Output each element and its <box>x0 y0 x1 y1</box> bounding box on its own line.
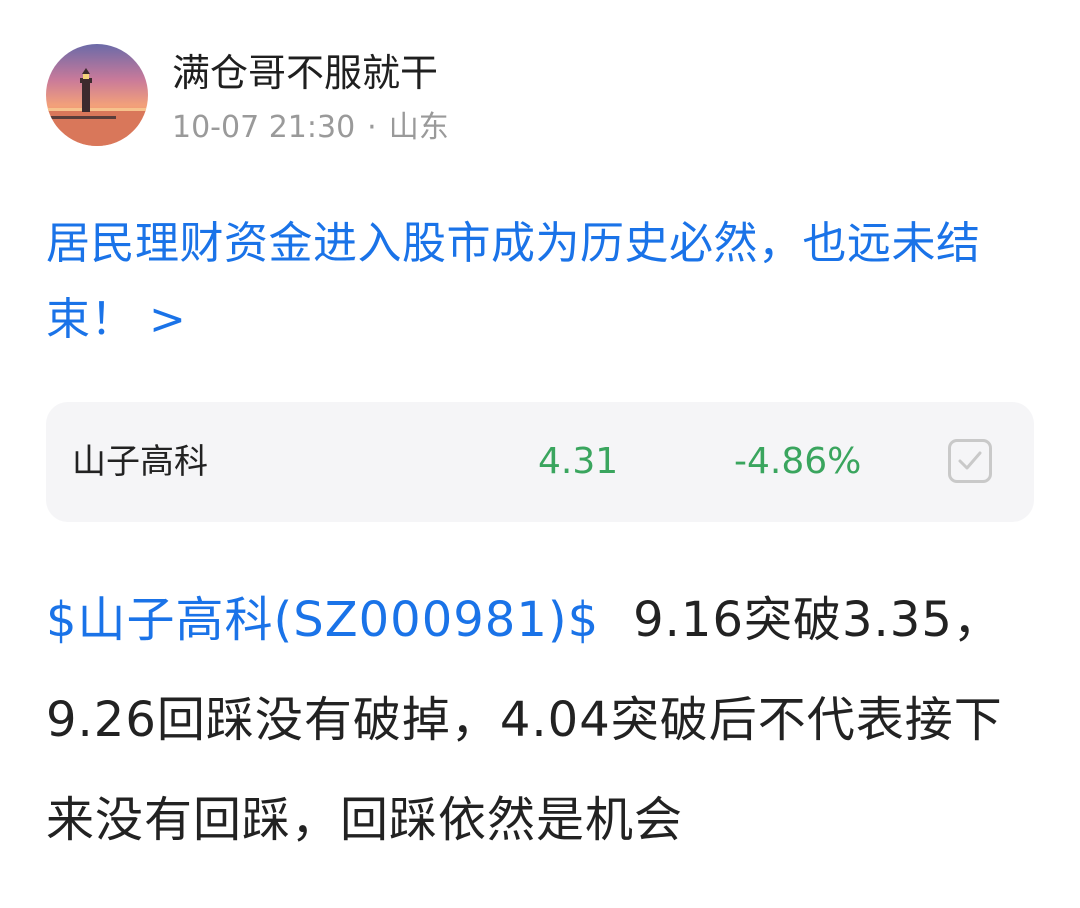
author-avatar[interactable] <box>46 44 148 146</box>
post-content: $山子高科(SZ000981)$ 9.16突破3.35，9.26回踩没有破掉，4.… <box>46 570 1036 870</box>
post-header: 满仓哥不服就干 10-07 21:30 · 山东 <box>46 44 1026 148</box>
author-name[interactable]: 满仓哥不服就干 <box>172 50 438 96</box>
stock-price: 4.31 <box>538 441 619 482</box>
post-title: 居民理财资金进入股市成为历史必然，也远未结束！ <box>46 218 981 345</box>
checkmark-icon <box>958 451 982 470</box>
stock-name: 山子高科 <box>72 442 208 482</box>
stock-quote-card[interactable]: 山子高科 4.31 -4.86% <box>46 402 1034 522</box>
stock-change: -4.86% <box>734 441 862 482</box>
chevron-right-icon: > <box>149 294 187 345</box>
lighthouse-sunset-icon <box>46 44 148 146</box>
post-time: 10-07 21:30 <box>172 110 356 145</box>
post-location: 山东 <box>388 110 449 145</box>
checkbox-icon[interactable] <box>948 439 992 483</box>
post-meta: 10-07 21:30 · 山东 <box>172 110 449 146</box>
stock-cashtag-link[interactable]: $山子高科(SZ000981)$ <box>46 592 599 648</box>
post-title-link[interactable]: 居民理财资金进入股市成为历史必然，也远未结束！ > <box>46 206 1036 358</box>
meta-separator: · <box>367 110 377 145</box>
